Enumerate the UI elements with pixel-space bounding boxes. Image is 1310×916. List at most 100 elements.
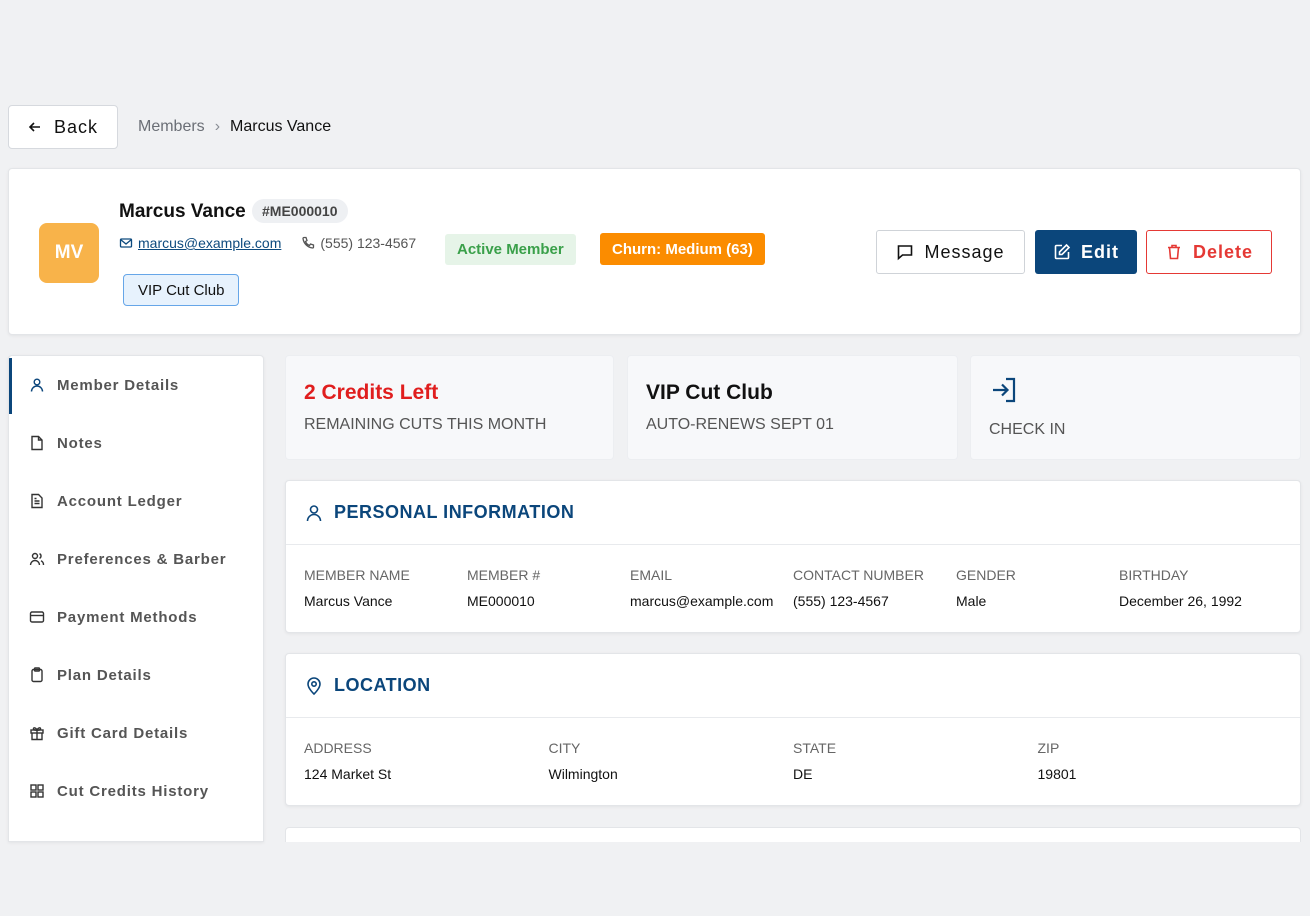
grid-icon (30, 784, 44, 798)
field-value: December 26, 1992 (1119, 593, 1242, 609)
field-zip: ZIP 19801 (1038, 740, 1283, 782)
sidebar-item-gift-card-details[interactable]: Gift Card Details (9, 704, 263, 762)
gift-icon (30, 727, 44, 741)
phone-number: (555) 123-4567 (301, 235, 416, 251)
field-value: ME000010 (467, 593, 535, 609)
next-section-card (285, 827, 1301, 842)
mail-icon (119, 238, 133, 248)
field-value: 19801 (1037, 766, 1077, 782)
field-label: GENDER (956, 567, 1016, 583)
location-section: LOCATION ADDRESS 124 Market St CITY Wilm… (285, 653, 1301, 806)
field-city: CITY Wilmington (549, 740, 794, 782)
user-icon (30, 378, 44, 392)
sidebar-item-account-ledger[interactable]: Account Ledger (9, 472, 263, 530)
sidebar-item-payment-methods[interactable]: Payment Methods (9, 588, 263, 646)
field-email: EMAIL marcus@example.com (630, 567, 793, 609)
sidebar-item-label: Preferences & Barber (57, 550, 227, 568)
field-value: (555) 123-4567 (793, 593, 889, 609)
plan-name: VIP Cut Club (646, 381, 773, 404)
topbar: Back Members › Marcus Vance (8, 105, 331, 149)
note-icon (31, 435, 43, 451)
field-address: ADDRESS 124 Market St (304, 740, 549, 782)
location-header: LOCATION (286, 654, 1300, 718)
arrow-left-icon (28, 122, 40, 132)
credit-card-icon (29, 611, 45, 623)
contact-row: marcus@example.com (555) 123-4567 (119, 235, 416, 251)
credits-stat-card: 2 Credits Left REMAINING CUTS THIS MONTH (285, 355, 614, 460)
sidebar-item-plan-details[interactable]: Plan Details (9, 646, 263, 704)
breadcrumb-members[interactable]: Members (138, 118, 205, 136)
edit-icon (1054, 243, 1071, 260)
back-button[interactable]: Back (8, 105, 118, 149)
field-value: DE (793, 766, 813, 782)
check-in-card[interactable]: CHECK IN (970, 355, 1301, 460)
personal-information-section: PERSONAL INFORMATION MEMBER NAME Marcus … (285, 480, 1301, 633)
field-label: BIRTHDAY (1119, 567, 1189, 583)
field-value: 124 Market St (304, 766, 392, 782)
field-label: EMAIL (630, 567, 673, 583)
breadcrumb-separator: › (214, 118, 221, 135)
field-label: CONTACT NUMBER (793, 567, 924, 583)
plan-tag: VIP Cut Club (123, 274, 240, 306)
sidebar-item-preferences-barber[interactable]: Preferences & Barber (9, 530, 263, 588)
credits-left-caption: REMAINING CUTS THIS MONTH (304, 416, 547, 433)
map-pin-icon (307, 676, 321, 695)
field-contact-number: CONTACT NUMBER (555) 123-4567 (793, 567, 956, 609)
sidebar-item-label: Notes (57, 434, 103, 452)
edit-button[interactable]: Edit (1035, 230, 1137, 274)
field-label: STATE (793, 740, 837, 756)
sidebar-item-label: Cut Credits History (57, 782, 209, 800)
users-icon (29, 552, 45, 566)
section-title: LOCATION (334, 675, 431, 695)
member-header-card: MV Marcus Vance #ME000010 marcus@example… (8, 168, 1301, 335)
field-value: Male (956, 593, 987, 609)
phone-text: (555) 123-4567 (320, 235, 417, 251)
field-value: Wilmington (548, 766, 618, 782)
check-in-label: CHECK IN (989, 421, 1066, 438)
edit-label: Edit (1081, 241, 1119, 262)
field-member-name: MEMBER NAME Marcus Vance (304, 567, 467, 609)
user-icon (306, 504, 322, 521)
delete-button[interactable]: Delete (1146, 230, 1272, 274)
field-label: MEMBER # (467, 567, 541, 583)
field-label: CITY (548, 740, 581, 756)
section-title: PERSONAL INFORMATION (334, 502, 575, 522)
personal-fields: MEMBER NAME Marcus Vance MEMBER # ME0000… (286, 545, 1300, 609)
sidebar-item-member-details[interactable]: Member Details (9, 356, 263, 414)
sidebar-item-label: Gift Card Details (57, 724, 189, 742)
sidebar-item-label: Payment Methods (57, 608, 198, 626)
member-sidebar: Member Details Notes Account Ledger Pref… (8, 355, 264, 842)
field-label: ADDRESS (304, 740, 372, 756)
sidebar-item-label: Account Ledger (57, 492, 183, 510)
credits-left-value: 2 Credits Left (304, 381, 439, 404)
breadcrumb-current: Marcus Vance (230, 118, 332, 135)
field-gender: GENDER Male (956, 567, 1119, 609)
field-state: STATE DE (793, 740, 1038, 782)
sidebar-item-label: Member Details (57, 376, 180, 394)
member-id-badge: #ME000010 (252, 199, 348, 223)
location-fields: ADDRESS 124 Market St CITY Wilmington ST… (286, 718, 1300, 782)
field-member-number: MEMBER # ME000010 (467, 567, 630, 609)
personal-information-header: PERSONAL INFORMATION (286, 481, 1300, 545)
sign-in-icon (993, 377, 1016, 403)
sidebar-item-notes[interactable]: Notes (9, 414, 263, 472)
trash-icon (1167, 244, 1180, 260)
email-link[interactable]: marcus@example.com (138, 235, 281, 251)
delete-label: Delete (1192, 241, 1254, 262)
phone-icon (302, 236, 315, 249)
message-icon (898, 245, 913, 261)
breadcrumb: Members › Marcus Vance (138, 118, 331, 136)
field-value: Marcus Vance (304, 593, 393, 609)
sidebar-item-cut-credits-history[interactable]: Cut Credits History (9, 762, 263, 820)
document-icon (31, 493, 43, 509)
message-button[interactable]: Message (876, 230, 1025, 274)
field-value: marcus@example.com (630, 593, 774, 609)
sidebar-item-label: Plan Details (57, 666, 152, 684)
field-label: ZIP (1037, 740, 1060, 756)
churn-badge: Churn: Medium (63) (600, 233, 765, 265)
avatar: MV (39, 223, 99, 283)
field-label: MEMBER NAME (304, 567, 410, 583)
field-birthday: BIRTHDAY December 26, 1992 (1119, 567, 1282, 609)
message-label: Message (924, 241, 1005, 262)
plan-renewal: AUTO-RENEWS SEPT 01 (646, 416, 834, 433)
